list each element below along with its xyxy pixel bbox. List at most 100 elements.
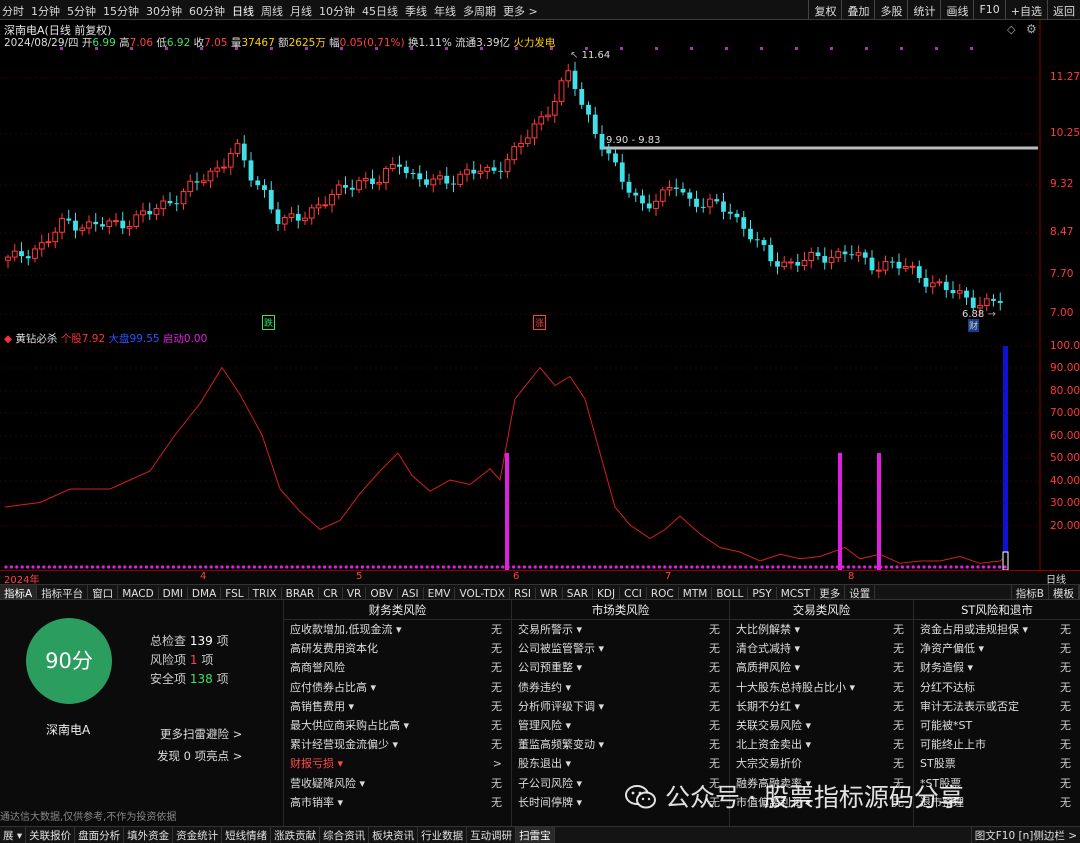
indicator-tab[interactable]: DMA xyxy=(188,587,222,599)
indicator-tab[interactable]: FSL xyxy=(221,587,249,599)
bottom-tab[interactable]: 填外资金 xyxy=(124,827,174,843)
bottom-tab[interactable]: 短线情绪 xyxy=(222,827,272,843)
indicator-tab[interactable]: CR xyxy=(319,587,343,599)
tool-button[interactable]: F10 xyxy=(973,0,1004,20)
indicator-tab-right[interactable]: 模板 xyxy=(1049,585,1079,599)
indicator-tab[interactable]: TRIX xyxy=(249,587,282,599)
indicator-tab-right[interactable]: 指标B xyxy=(1012,585,1049,599)
risk-item[interactable]: 交易所警示 ▾ 无 xyxy=(512,620,729,639)
bottom-tab[interactable]: 展 ▾ xyxy=(0,827,27,843)
risk-item[interactable]: 财务造假 ▾ 无 xyxy=(914,658,1080,677)
indicator-tab[interactable]: 更多 xyxy=(815,585,846,599)
risk-item[interactable]: ST股票 无 xyxy=(914,754,1080,773)
indicator-tab[interactable]: BOLL xyxy=(712,587,749,599)
period-tab[interactable]: 周线 xyxy=(261,5,283,18)
risk-item[interactable]: 管理风险 ▾ 无 xyxy=(512,716,729,735)
risk-item[interactable]: 长期不分红 ▾ 无 xyxy=(730,697,913,716)
bottom-tab[interactable]: 综合资讯 xyxy=(320,827,370,843)
highlights-link[interactable]: 发现 0 项亮点 > xyxy=(157,748,242,764)
risk-item[interactable]: 高销售费用 ▾ 无 xyxy=(284,697,511,716)
risk-item[interactable]: 董监高频繁变动 ▾ 无 xyxy=(512,735,729,754)
bottom-tab[interactable]: 互动调研 xyxy=(467,827,517,843)
indicator-tab[interactable]: VR xyxy=(343,587,367,599)
kline-chart[interactable]: 深南电A(日线 前复权) ◇ ⚙ 2024/08/29/四 开6.99 高7.0… xyxy=(0,20,1080,332)
risk-item[interactable]: 债券违约 ▾ 无 xyxy=(512,678,729,697)
risk-item[interactable]: 营收疑降风险 ▾ 无 xyxy=(284,774,511,793)
period-tab[interactable]: 60分钟 xyxy=(189,5,225,18)
period-tab[interactable]: 15分钟 xyxy=(103,5,139,18)
period-tab[interactable]: 5分钟 xyxy=(67,5,96,18)
indicator-tab[interactable]: 指标平台 xyxy=(37,585,89,599)
indicator-tab[interactable]: OBV xyxy=(366,587,398,599)
tool-button[interactable]: 画线 xyxy=(940,0,973,20)
period-tab[interactable]: 10分钟 xyxy=(319,5,355,18)
bottom-tab[interactable]: 关联报价 xyxy=(26,827,76,843)
risk-item[interactable]: 公司被监管警示 ▾ 无 xyxy=(512,639,729,658)
risk-item[interactable]: 大宗交易折价 无 xyxy=(730,754,913,773)
risk-item[interactable]: 公司预重整 ▾ 无 xyxy=(512,658,729,677)
bottom-tab[interactable]: 盘面分析 xyxy=(75,827,125,843)
indicator-chart[interactable]: ◆ 黄钻必杀 个股7.92 大盘99.55 启动0.00 100.0 90.00 8… xyxy=(0,330,1080,572)
risk-item[interactable]: 可能被*ST 无 xyxy=(914,716,1080,735)
indicator-tab[interactable]: 窗口 xyxy=(88,585,119,599)
period-tab[interactable]: 多周期 xyxy=(463,5,496,18)
risk-item[interactable]: 关联交易风险 ▾ 无 xyxy=(730,716,913,735)
risk-item[interactable]: 高商誉风险 无 xyxy=(284,658,511,677)
risk-item[interactable]: 北上资金卖出 ▾ 无 xyxy=(730,735,913,754)
tool-button[interactable]: 统计 xyxy=(907,0,940,20)
more-scan-link[interactable]: 更多扫雷避险 > xyxy=(160,726,242,742)
zhang-marker[interactable]: 涨 xyxy=(533,315,547,330)
period-tab[interactable]: 更多 > xyxy=(503,5,538,18)
risk-item[interactable]: 可能终止上市 无 xyxy=(914,735,1080,754)
indicator-tab[interactable]: KDJ xyxy=(593,587,621,599)
period-tab[interactable]: 分时 xyxy=(2,5,24,18)
tool-button[interactable]: 复权 xyxy=(808,0,841,20)
bottom-tab[interactable]: 行业数据 xyxy=(418,827,468,843)
bottom-tab[interactable]: 扫雷宝 xyxy=(516,827,555,843)
indicator-tab[interactable]: 设置 xyxy=(845,585,876,599)
period-tab[interactable]: 45日线 xyxy=(362,5,398,18)
indicator-tab[interactable]: RSI xyxy=(510,587,536,599)
risk-item[interactable]: 净资产偏低 ▾ 无 xyxy=(914,639,1080,658)
risk-item[interactable]: 十大股东总持股占比小 ▾ 无 xyxy=(730,678,913,697)
risk-item[interactable]: 资金占用或违规担保 ▾ 无 xyxy=(914,620,1080,639)
die-marker[interactable]: 跌 xyxy=(262,315,276,330)
tool-button[interactable]: 多股 xyxy=(874,0,907,20)
risk-item[interactable]: 应收款增加,低现金流 ▾ 无 xyxy=(284,620,511,639)
period-tab[interactable]: 1分钟 xyxy=(31,5,60,18)
risk-item[interactable]: 清仓式减持 ▾ 无 xyxy=(730,639,913,658)
tool-button[interactable]: 叠加 xyxy=(841,0,874,20)
period-tab[interactable]: 季线 xyxy=(405,5,427,18)
risk-item[interactable]: 分析师评级下调 ▾ 无 xyxy=(512,697,729,716)
risk-item[interactable]: 股东退出 ▾ 无 xyxy=(512,754,729,773)
risk-item[interactable]: 累计经营现金流偏少 ▾ 无 xyxy=(284,735,511,754)
bottom-tab[interactable]: 涨跌贡献 xyxy=(271,827,321,843)
indicator-tab[interactable]: ASI xyxy=(398,587,424,599)
indicator-tab[interactable]: WR xyxy=(536,587,563,599)
indicator-tab[interactable]: BRAR xyxy=(282,587,320,599)
risk-item[interactable]: 审计无法表示或否定 无 xyxy=(914,697,1080,716)
risk-item[interactable]: 财报亏损 ▾ > xyxy=(284,754,511,773)
period-tab[interactable]: 月线 xyxy=(290,5,312,18)
indicator-tab[interactable]: CCI xyxy=(620,587,647,599)
period-tab[interactable]: 30分钟 xyxy=(146,5,182,18)
indicator-tab[interactable]: MCST xyxy=(777,587,816,599)
period-tab[interactable]: 年线 xyxy=(434,5,456,18)
bottom-tab[interactable]: 资金统计 xyxy=(173,827,223,843)
risk-item[interactable]: 大比例解禁 ▾ 无 xyxy=(730,620,913,639)
risk-item[interactable]: 最大供应商采购占比高 ▾ 无 xyxy=(284,716,511,735)
indicator-tab[interactable]: ROC xyxy=(647,587,679,599)
risk-item[interactable]: 高市销率 ▾ 无 xyxy=(284,793,511,812)
risk-item[interactable]: 应付债券占比高 ▾ 无 xyxy=(284,678,511,697)
indicator-tab[interactable]: PSY xyxy=(748,587,777,599)
tool-button[interactable]: +自选 xyxy=(1004,0,1047,20)
sidebar-toggle[interactable]: 图文F10 [n]侧边栏 > xyxy=(970,827,1080,843)
bottom-tab[interactable]: 板块资讯 xyxy=(369,827,419,843)
indicator-tab[interactable]: VOL-TDX xyxy=(455,587,510,599)
indicator-tab[interactable]: MACD xyxy=(118,587,159,599)
indicator-tab[interactable]: 指标A xyxy=(0,585,38,599)
indicator-tab[interactable]: MTM xyxy=(679,587,713,599)
period-tab[interactable]: 日线 xyxy=(232,5,254,18)
indicator-tab[interactable]: DMI xyxy=(159,587,188,599)
risk-item[interactable]: 高研发费用资本化 无 xyxy=(284,639,511,658)
